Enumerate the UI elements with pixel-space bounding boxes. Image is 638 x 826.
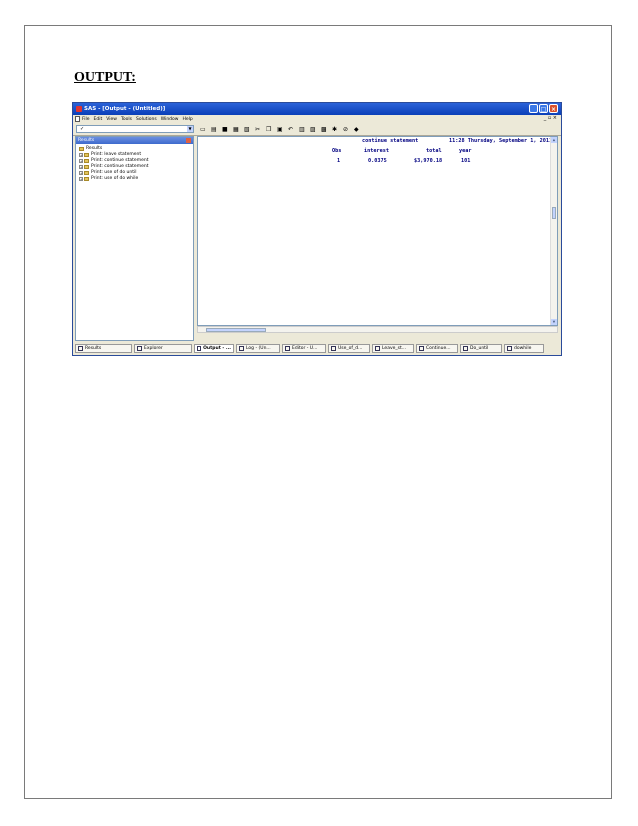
tab-use-of-do[interactable]: Use_of_d...	[328, 344, 370, 353]
hscroll-thumb[interactable]	[206, 328, 266, 332]
explorer-icon[interactable]: ▨	[310, 126, 317, 133]
output-title: continue statement	[362, 138, 419, 144]
column-header-interest: interest	[364, 148, 389, 154]
document-icon	[75, 116, 80, 122]
results-tree: Results + Print: leave statement + Print: …	[76, 144, 193, 182]
horizontal-scrollbar[interactable]	[197, 326, 558, 333]
scroll-thumb[interactable]	[552, 207, 556, 219]
expand-icon[interactable]: +	[79, 159, 83, 163]
editor-tab-icon	[285, 346, 290, 351]
copy-icon[interactable]: ❐	[266, 126, 273, 133]
bottom-tab-bar: Results Explorer Output - ... Log - (Un.…	[75, 343, 559, 354]
tree-item[interactable]: + Print: use of do while	[79, 176, 193, 182]
tab-do-until[interactable]: Do_until	[460, 344, 502, 353]
scroll-up-icon[interactable]: ▲	[551, 137, 557, 143]
tab-editor[interactable]: Editor - U...	[282, 344, 326, 353]
menu-tools[interactable]: Tools	[121, 117, 132, 122]
libraries-icon[interactable]: ▥	[299, 126, 306, 133]
scroll-down-icon[interactable]: ▼	[551, 319, 557, 325]
folder-icon	[79, 147, 84, 151]
mdi-controls[interactable]: _ ▫ ×	[544, 115, 557, 121]
new-icon[interactable]: ▭	[200, 126, 207, 133]
output-heading: OUTPUT:	[74, 70, 136, 85]
tab-output[interactable]: Output - ...	[194, 344, 234, 353]
explorer-tab-icon	[137, 346, 142, 351]
program-tab-icon	[463, 346, 468, 351]
tab-explorer[interactable]: Explorer	[134, 344, 192, 353]
cut-icon[interactable]: ✂	[255, 126, 262, 133]
sas-window-screenshot: SAS - [Output - (Untitled)] _ □ × File E…	[73, 103, 561, 355]
output-tab-icon	[197, 346, 202, 351]
tab-dowhile[interactable]: dowhile	[504, 344, 544, 353]
folder-icon	[84, 153, 89, 157]
save-icon[interactable]: ■	[222, 126, 229, 133]
checkmark-icon[interactable]: ✓	[80, 126, 84, 132]
tab-continue[interactable]: Continue...	[416, 344, 458, 353]
tab-log[interactable]: Log - (Un...	[236, 344, 280, 353]
paste-icon[interactable]: ▣	[277, 126, 284, 133]
chevron-down-icon[interactable]: ▼	[187, 126, 193, 132]
sas-app-icon	[76, 106, 82, 112]
folder-icon	[84, 177, 89, 181]
print-preview-icon[interactable]: ▧	[244, 126, 251, 133]
results-icon[interactable]: ▩	[321, 126, 328, 133]
program-tab-icon	[375, 346, 380, 351]
menu-help[interactable]: Help	[182, 117, 192, 122]
column-header-total: total	[426, 148, 442, 154]
program-tab-icon	[419, 346, 424, 351]
maximize-button[interactable]: □	[539, 104, 548, 113]
folder-icon	[84, 171, 89, 175]
menu-view[interactable]: View	[106, 117, 117, 122]
open-icon[interactable]: ▤	[211, 126, 218, 133]
cell-interest: 0.0375	[368, 158, 387, 164]
cell-year: 101	[461, 158, 471, 164]
menu-window[interactable]: Window	[161, 117, 179, 122]
expand-icon[interactable]: +	[79, 153, 83, 157]
close-button[interactable]: ×	[549, 104, 558, 113]
break-icon[interactable]: ⊘	[343, 126, 350, 133]
toolbar: ✓ ▼ ▭ ▤ ■ ▦ ▧ ✂ ❐ ▣ ↶ ▥ ▨ ▩ ✱ ⊘ ◆	[73, 123, 561, 136]
program-tab-icon	[331, 346, 336, 351]
program-tab-icon	[507, 346, 512, 351]
undo-icon[interactable]: ↶	[288, 126, 295, 133]
help-icon[interactable]: ◆	[354, 126, 361, 133]
title-bar: SAS - [Output - (Untitled)] _ □ ×	[73, 103, 561, 115]
menu-solutions[interactable]: Solutions	[136, 117, 157, 122]
window-title: SAS - [Output - (Untitled)]	[84, 106, 166, 112]
run-icon[interactable]: ✱	[332, 126, 339, 133]
cell-obs: 1	[337, 158, 341, 164]
log-tab-icon	[239, 346, 244, 351]
tab-results[interactable]: Results	[75, 344, 132, 353]
expand-icon[interactable]: +	[79, 177, 83, 181]
command-box[interactable]: ✓ ▼	[76, 125, 194, 133]
results-header: Results	[76, 137, 193, 144]
column-header-obs: Obs	[332, 148, 342, 154]
menu-file[interactable]: File	[82, 117, 90, 122]
folder-icon	[84, 159, 89, 163]
expand-icon[interactable]: +	[79, 165, 83, 169]
cell-total: $3,970.18	[414, 158, 443, 164]
tab-leave-statement[interactable]: Leave_st...	[372, 344, 414, 353]
expand-icon[interactable]: +	[79, 171, 83, 175]
print-icon[interactable]: ▦	[233, 126, 240, 133]
minimize-button[interactable]: _	[529, 104, 538, 113]
close-results-icon[interactable]	[186, 138, 191, 143]
output-timestamp: 11:28 Thursday, September 1, 2011	[449, 138, 553, 144]
results-panel: Results Results + Print: leave statement …	[75, 136, 194, 341]
menu-edit[interactable]: Edit	[94, 117, 103, 122]
column-header-year: year	[459, 148, 472, 154]
output-window[interactable]: continue statement 11:28 Thursday, Septe…	[197, 136, 558, 326]
folder-icon	[84, 165, 89, 169]
vertical-scrollbar[interactable]: ▲ ▼	[550, 137, 557, 325]
results-tab-icon	[78, 346, 83, 351]
menu-bar: File Edit View Tools Solutions Window He…	[73, 115, 561, 123]
